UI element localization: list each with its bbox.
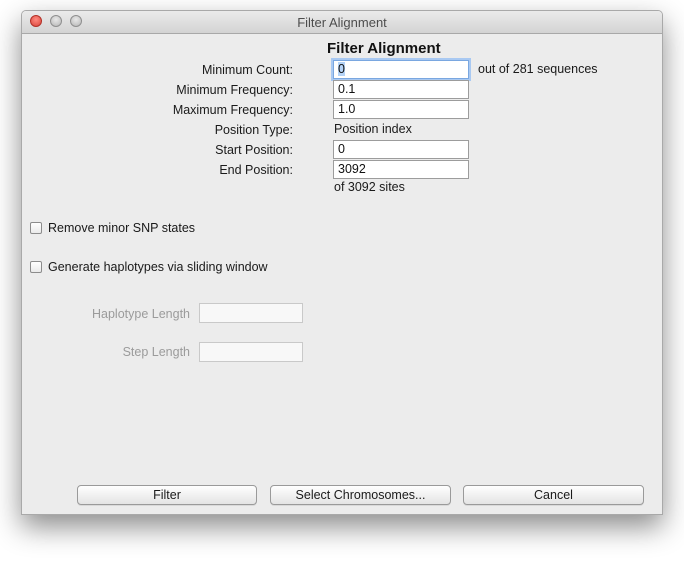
position-type-value: Position index	[334, 122, 412, 136]
remove-minor-snp-option[interactable]: Remove minor SNP states	[30, 221, 195, 235]
max-frequency-label: Maximum Frequency:	[172, 103, 293, 117]
sequence-count-text: out of 281 sequences	[478, 62, 598, 76]
dialog-content: Filter Alignment Minimum Count: 0 out of…	[22, 34, 662, 514]
min-count-value: 0	[338, 62, 345, 76]
remove-minor-snp-checkbox[interactable]	[30, 221, 42, 234]
max-frequency-field[interactable]: 1.0	[333, 100, 469, 119]
step-length-label: Step Length	[122, 345, 190, 359]
sliding-window-checkbox[interactable]	[30, 260, 42, 273]
sliding-window-option[interactable]: Generate haplotypes via sliding window	[30, 260, 268, 274]
min-count-label: Minimum Count:	[202, 63, 293, 77]
end-position-label: End Position:	[219, 163, 293, 177]
window-title: Filter Alignment	[297, 15, 387, 30]
title-bar[interactable]: Filter Alignment	[22, 11, 662, 34]
desktop: Filter Alignment Filter Alignment Minimu…	[0, 0, 684, 562]
step-length-field	[199, 342, 303, 362]
end-position-field[interactable]: 3092	[333, 160, 469, 179]
start-position-field[interactable]: 0	[333, 140, 469, 159]
position-type-label: Position Type:	[214, 123, 293, 137]
min-frequency-label: Minimum Frequency:	[176, 83, 293, 97]
haplotype-length-field	[199, 303, 303, 323]
select-chromosomes-button[interactable]: Select Chromosomes...	[270, 485, 451, 505]
remove-minor-snp-label: Remove minor SNP states	[48, 221, 196, 235]
min-frequency-field[interactable]: 0.1	[333, 80, 469, 99]
min-count-field[interactable]: 0	[333, 60, 469, 79]
cancel-button[interactable]: Cancel	[463, 485, 644, 505]
start-position-label: Start Position:	[215, 143, 293, 157]
dialog-heading: Filter Alignment	[327, 40, 441, 57]
filter-button[interactable]: Filter	[77, 485, 257, 505]
site-count-text: of 3092 sites	[334, 180, 405, 194]
haplotype-length-label: Haplotype Length	[92, 307, 190, 321]
filter-alignment-dialog: Filter Alignment Filter Alignment Minimu…	[21, 10, 663, 515]
sliding-window-label: Generate haplotypes via sliding window	[48, 260, 268, 274]
